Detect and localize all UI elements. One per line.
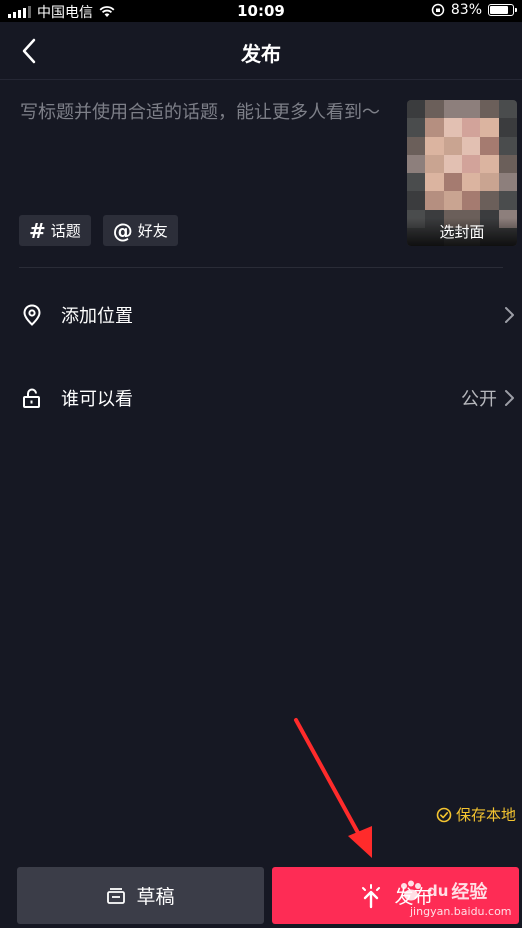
cover-label: 选封面 <box>407 218 517 246</box>
watermark-url: jingyan.baidu.com <box>410 905 512 918</box>
mosaic-cell <box>480 136 499 155</box>
chevron-right-icon <box>505 307 514 323</box>
mosaic-cell <box>407 100 426 119</box>
cover-selector[interactable]: 选封面 <box>407 100 517 246</box>
mosaic-cell <box>498 191 517 210</box>
visibility-row[interactable]: 谁可以看 公开 <box>0 370 522 426</box>
watermark-brand: du 经验 <box>398 878 512 904</box>
mosaic-cell <box>462 154 481 173</box>
battery-percent: 83% <box>450 2 482 18</box>
mosaic-cell <box>443 191 462 210</box>
location-pin-icon <box>23 304 41 326</box>
mosaic-cell <box>498 154 517 173</box>
mosaic-cell <box>480 173 499 192</box>
mosaic-cell <box>480 118 499 137</box>
mosaic-cell <box>462 100 481 119</box>
mosaic-cell <box>425 154 444 173</box>
at-sign-icon: @ <box>112 218 133 243</box>
battery-fill <box>490 6 508 14</box>
battery-icon <box>488 4 517 16</box>
mention-chip-label: 好友 <box>137 222 168 240</box>
hashtag-chip[interactable]: # 话题 <box>19 215 91 246</box>
hashtag-icon: # <box>29 218 46 243</box>
mosaic-cell <box>425 100 444 119</box>
check-circle-icon <box>436 807 452 822</box>
mosaic-cell <box>407 191 426 210</box>
page-title: 发布 <box>241 42 281 66</box>
orientation-lock-icon <box>431 3 445 17</box>
mosaic-cell <box>443 136 462 155</box>
mosaic-cell <box>462 136 481 155</box>
status-bar: 中国电信 10:09 83% <box>0 0 522 22</box>
drafts-box-icon <box>107 887 126 904</box>
mosaic-cell <box>480 100 499 119</box>
upload-sparkle-icon <box>362 883 381 908</box>
mosaic-cell <box>407 118 426 137</box>
visibility-label: 谁可以看 <box>61 389 133 410</box>
save-local-toggle[interactable]: 保存本地 <box>436 804 516 825</box>
mosaic-cell <box>425 136 444 155</box>
draft-button-label: 草稿 <box>136 886 175 908</box>
navigation-bar: 发布 <box>0 22 522 80</box>
chevron-right-icon <box>505 390 514 406</box>
mosaic-cell <box>480 154 499 173</box>
divider <box>19 267 503 268</box>
paw-logo-icon <box>401 880 421 901</box>
status-right: 83% <box>431 2 517 18</box>
chip-row: # 话题 @ 好友 <box>19 215 178 246</box>
mosaic-cell <box>462 191 481 210</box>
mosaic-cell <box>443 118 462 137</box>
mosaic-cell <box>498 118 517 137</box>
mosaic-cell <box>498 136 517 155</box>
mosaic-cell <box>443 100 462 119</box>
baidu-jingyan-watermark: du 经验 jingyan.baidu.com <box>398 878 512 918</box>
caption-input[interactable] <box>20 100 390 200</box>
mosaic-cell <box>462 173 481 192</box>
mosaic-cell <box>498 100 517 119</box>
mention-chip[interactable]: @ 好友 <box>102 215 178 246</box>
mosaic-cell <box>425 118 444 137</box>
mosaic-cell <box>425 173 444 192</box>
watermark-brand-text: 经验 <box>451 882 488 903</box>
mosaic-cell <box>407 136 426 155</box>
mosaic-cell <box>498 173 517 192</box>
mosaic-cell <box>407 154 426 173</box>
mosaic-cell <box>443 173 462 192</box>
watermark-du: du <box>427 882 449 900</box>
add-location-row[interactable]: 添加位置 <box>0 287 522 343</box>
draft-button[interactable]: 草稿 <box>17 867 264 924</box>
mosaic-cell <box>443 154 462 173</box>
mosaic-cell <box>462 118 481 137</box>
mosaic-cell <box>425 191 444 210</box>
unlock-icon <box>23 388 40 408</box>
visibility-value: 公开 <box>461 389 497 410</box>
mosaic-cell <box>480 191 499 210</box>
add-location-label: 添加位置 <box>61 306 133 327</box>
save-local-label: 保存本地 <box>455 806 516 824</box>
hashtag-chip-label: 话题 <box>50 222 81 240</box>
mosaic-cell <box>407 173 426 192</box>
